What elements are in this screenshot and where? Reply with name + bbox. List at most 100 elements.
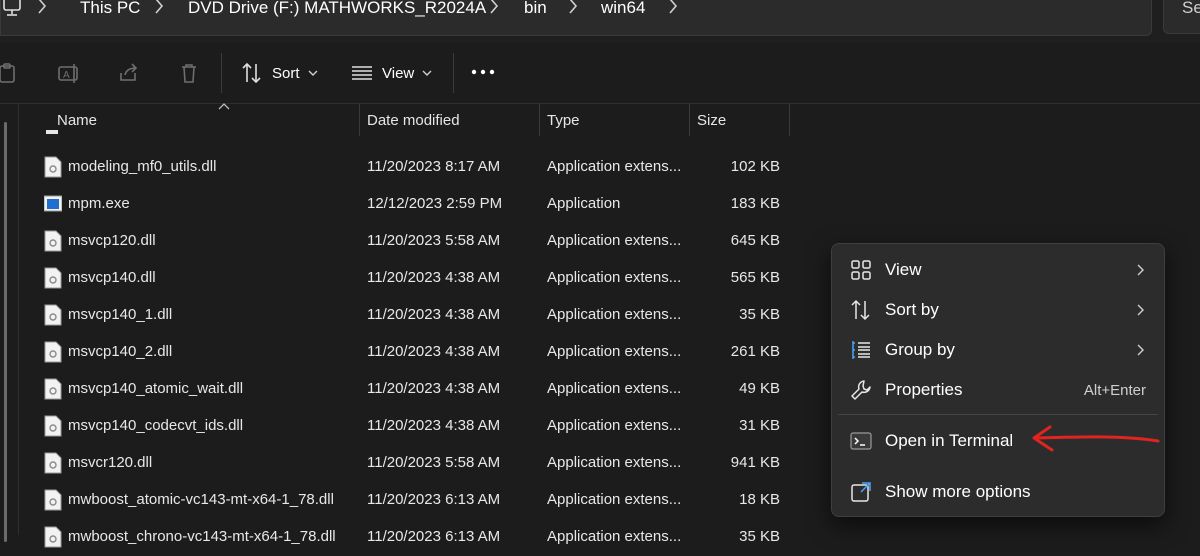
- column-header-type[interactable]: Type: [547, 112, 580, 129]
- crumb-this-pc[interactable]: This PC: [80, 0, 140, 18]
- table-row[interactable]: msvcp140_atomic_wait.dll 11/20/2023 4:38…: [0, 371, 830, 408]
- chevron-down-icon: [308, 70, 318, 76]
- file-date: 12/12/2023 2:59 PM: [367, 195, 503, 212]
- menu-item-label: Open in Terminal: [885, 431, 1014, 450]
- command-divider: [221, 53, 222, 93]
- dll-file-icon: [44, 341, 62, 363]
- table-row[interactable]: msvcp120.dll 11/20/2023 5:58 AM Applicat…: [0, 223, 830, 260]
- list-view-icon: [352, 66, 372, 80]
- rename-icon[interactable]: A: [57, 61, 81, 85]
- view-button[interactable]: View: [350, 61, 432, 85]
- file-name[interactable]: msvcp140_codecvt_ids.dll: [68, 417, 243, 434]
- file-name[interactable]: msvcp140_2.dll: [68, 343, 172, 360]
- file-name[interactable]: msvcp140_atomic_wait.dll: [68, 380, 243, 397]
- file-size: 261 KB: [730, 343, 780, 360]
- table-row[interactable]: msvcp140_2.dll 11/20/2023 4:38 AM Applic…: [0, 334, 830, 371]
- dll-file-icon: [44, 452, 62, 474]
- chevron-down-icon: [422, 70, 432, 76]
- file-date: 11/20/2023 6:13 AM: [367, 491, 501, 508]
- chevron-right-icon: [1137, 344, 1144, 356]
- file-date: 11/20/2023 4:38 AM: [367, 269, 501, 286]
- menu-item-group-by[interactable]: Group by: [836, 329, 1160, 369]
- dll-file-icon: [44, 526, 62, 548]
- crumb-win64[interactable]: win64: [601, 0, 645, 18]
- menu-item-view[interactable]: View: [836, 249, 1160, 289]
- file-date: 11/20/2023 8:17 AM: [367, 158, 501, 175]
- chevron-right-icon: [155, 0, 164, 14]
- sort-label: Sort: [272, 64, 300, 82]
- chevron-right-icon: [490, 0, 499, 14]
- file-date: 11/20/2023 4:38 AM: [367, 417, 501, 434]
- dll-file-icon: [44, 230, 62, 252]
- breadcrumb[interactable]: This PC DVD Drive (F:) MATHWORKS_R2024A …: [0, 0, 1152, 36]
- file-type: Application extens...: [547, 417, 682, 434]
- file-size: 102 KB: [730, 158, 780, 175]
- chevron-right-icon[interactable]: [667, 0, 679, 17]
- file-date: 11/20/2023 6:13 AM: [367, 528, 501, 545]
- file-name[interactable]: mpm.exe: [68, 195, 130, 212]
- table-row[interactable]: msvcp140.dll 11/20/2023 4:38 AM Applicat…: [0, 260, 830, 297]
- annotation-arrow-icon: [1032, 425, 1160, 452]
- file-type: Application extens...: [547, 232, 682, 249]
- file-date: 11/20/2023 4:38 AM: [367, 343, 501, 360]
- file-name[interactable]: msvcp140.dll: [68, 269, 156, 286]
- file-name[interactable]: msvcr120.dll: [68, 454, 152, 471]
- address-bar: This PC DVD Drive (F:) MATHWORKS_R2024A …: [0, 0, 1200, 42]
- column-header-size[interactable]: Size: [697, 112, 726, 129]
- file-size: 49 KB: [739, 380, 780, 397]
- sort-button[interactable]: Sort: [240, 61, 318, 85]
- view-label: View: [382, 64, 415, 82]
- table-row[interactable]: mwboost_atomic-vc143-mt-x64-1_78.dll 11/…: [0, 482, 830, 519]
- crumb-bin[interactable]: bin: [524, 0, 547, 18]
- file-type: Application extens...: [547, 491, 682, 508]
- table-row[interactable]: modeling_mf0_utils.dll 11/20/2023 8:17 A…: [0, 149, 830, 186]
- table-row[interactable]: msvcr120.dll 11/20/2023 5:58 AM Applicat…: [0, 445, 830, 482]
- delete-icon[interactable]: [177, 61, 201, 85]
- table-row[interactable]: mpm.exe 12/12/2023 2:59 PM Application 1…: [0, 186, 830, 223]
- file-size: 31 KB: [739, 417, 780, 434]
- shortcut-text: Alt+Enter: [1083, 382, 1146, 399]
- column-header-date[interactable]: Date modified: [367, 112, 460, 129]
- table-row[interactable]: mwboost_chrono-vc143-mt-x64-1_78.dll 11/…: [0, 519, 830, 556]
- dll-file-icon: [44, 304, 62, 326]
- chevron-right-icon: [569, 0, 578, 14]
- sort-icon: [851, 299, 870, 321]
- search-input[interactable]: Se: [1163, 0, 1200, 34]
- file-name[interactable]: msvcp120.dll: [68, 232, 156, 249]
- sort-arrows-icon: [242, 62, 261, 84]
- menu-item-properties[interactable]: Properties Alt+Enter: [836, 369, 1160, 409]
- crumb-dvd-drive[interactable]: DVD Drive (F:) MATHWORKS_R2024A: [188, 0, 486, 18]
- dll-file-icon: [44, 378, 62, 400]
- command-bar: A Sort View: [0, 43, 1200, 104]
- file-type: Application extens...: [547, 158, 682, 175]
- paste-icon[interactable]: [0, 61, 20, 85]
- file-size: 35 KB: [739, 306, 780, 323]
- exe-file-icon: [44, 195, 62, 212]
- chevron-right-icon: [38, 0, 47, 14]
- share-icon[interactable]: [117, 61, 141, 85]
- context-menu: View Sort by Group by Properties Alt+Ent…: [831, 243, 1165, 517]
- file-size: 18 KB: [739, 491, 780, 508]
- file-date: 11/20/2023 4:38 AM: [367, 306, 501, 323]
- clipped-row: [0, 130, 830, 142]
- file-size: 35 KB: [739, 528, 780, 545]
- menu-item-sort-by[interactable]: Sort by: [836, 289, 1160, 329]
- file-size: 565 KB: [730, 269, 780, 286]
- file-name[interactable]: msvcp140_1.dll: [68, 306, 172, 323]
- more-options-icon[interactable]: [470, 67, 496, 77]
- file-name[interactable]: modeling_mf0_utils.dll: [68, 158, 216, 175]
- file-size: 183 KB: [730, 195, 780, 212]
- file-name[interactable]: mwboost_chrono-vc143-mt-x64-1_78.dll: [68, 528, 336, 545]
- menu-item-label: View: [885, 260, 922, 279]
- menu-item-label: Group by: [885, 340, 955, 359]
- svg-text:A: A: [63, 70, 70, 81]
- file-name[interactable]: mwboost_atomic-vc143-mt-x64-1_78.dll: [68, 491, 334, 508]
- menu-item-show-more-options[interactable]: Show more options: [836, 471, 1160, 511]
- dll-file-icon: [46, 130, 58, 134]
- table-row[interactable]: msvcp140_codecvt_ids.dll 11/20/2023 4:38…: [0, 408, 830, 445]
- file-type: Application: [547, 195, 621, 212]
- file-date: 11/20/2023 4:38 AM: [367, 380, 501, 397]
- table-row[interactable]: msvcp140_1.dll 11/20/2023 4:38 AM Applic…: [0, 297, 830, 334]
- column-header-name[interactable]: Name: [57, 112, 97, 129]
- computer-icon: [3, 0, 21, 16]
